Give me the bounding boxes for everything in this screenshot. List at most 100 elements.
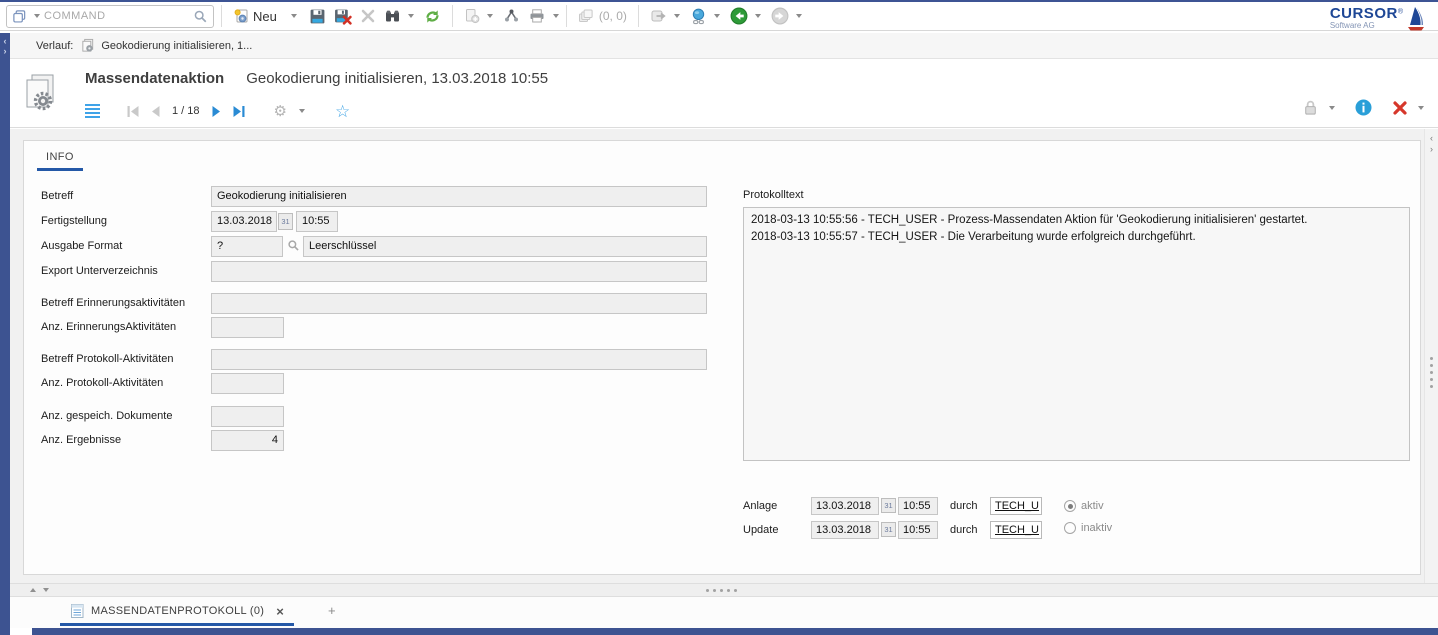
protokoll-line: 2018-03-13 10:55:57 - TECH_USER - Die Ve… bbox=[751, 229, 1402, 246]
back-caret-icon[interactable] bbox=[755, 14, 761, 18]
window-stack-icon[interactable] bbox=[12, 9, 27, 24]
chevron-right-icon[interactable]: › bbox=[0, 46, 10, 56]
menu-icon[interactable] bbox=[85, 102, 100, 120]
protokolltext-field[interactable]: 2018-03-13 10:55:56 - TECH_USER - Prozes… bbox=[743, 207, 1410, 461]
chevron-right-icon[interactable]: › bbox=[1425, 144, 1438, 155]
tab-info[interactable]: INFO bbox=[37, 148, 83, 171]
save-close-icon bbox=[334, 8, 352, 25]
radio-inaktiv-button[interactable] bbox=[1064, 522, 1076, 534]
chevron-left-icon[interactable]: ‹ bbox=[1425, 133, 1438, 144]
first-record-button[interactable] bbox=[126, 105, 140, 118]
anlage-date-field[interactable]: 13.03.2018 bbox=[811, 497, 879, 515]
radio-aktiv[interactable]: aktiv bbox=[1064, 500, 1104, 512]
add-document-caret-icon[interactable] bbox=[487, 14, 493, 18]
left-panel-collapsed-bar[interactable]: ‹ › bbox=[0, 33, 10, 635]
anz-protokoll-field[interactable] bbox=[211, 373, 284, 394]
chevron-left-icon[interactable]: ‹ bbox=[0, 36, 10, 46]
radio-aktiv-label: aktiv bbox=[1081, 500, 1104, 512]
anlage-time-field[interactable]: 10:55 bbox=[898, 497, 938, 515]
selection-counter: (0, 0) bbox=[574, 4, 631, 28]
new-button[interactable]: Neu bbox=[229, 4, 281, 28]
calendar-button[interactable]: 31 bbox=[881, 522, 896, 537]
dropdown-caret-icon[interactable] bbox=[34, 14, 40, 18]
ausgabe-format-key-field[interactable]: ? bbox=[211, 236, 283, 257]
add-document-button[interactable] bbox=[460, 4, 484, 28]
anlage-user-field[interactable]: TECH_U bbox=[990, 497, 1042, 515]
history-entry[interactable]: Geokodierung initialisieren, 1... bbox=[80, 38, 252, 53]
update-label: Update bbox=[743, 521, 778, 539]
anz-dokumente-field[interactable] bbox=[211, 406, 284, 427]
save-button[interactable] bbox=[305, 4, 330, 28]
calendar-button[interactable]: 31 bbox=[278, 213, 293, 230]
splitter-down-icon[interactable] bbox=[43, 588, 49, 592]
last-record-button[interactable] bbox=[232, 105, 246, 118]
lookup-search-icon[interactable] bbox=[287, 239, 300, 252]
tab-close-icon[interactable]: × bbox=[276, 604, 284, 619]
printer-icon bbox=[528, 8, 546, 24]
next-record-button[interactable] bbox=[211, 105, 223, 118]
refresh-button[interactable] bbox=[420, 4, 445, 28]
splitter-grip[interactable] bbox=[1430, 353, 1433, 392]
update-user-field[interactable]: TECH_U bbox=[990, 521, 1042, 539]
anz-erinnerung-field[interactable] bbox=[211, 317, 284, 338]
close-icon[interactable] bbox=[1392, 100, 1408, 116]
command-input[interactable] bbox=[44, 10, 189, 22]
gear-caret-icon[interactable] bbox=[299, 109, 305, 113]
export-unterverzeichnis-field[interactable] bbox=[211, 261, 707, 282]
update-time-field[interactable]: 10:55 bbox=[898, 521, 938, 539]
betreff-field[interactable]: Geokodierung initialisieren bbox=[211, 186, 707, 207]
radio-aktiv-button[interactable] bbox=[1064, 500, 1076, 512]
horizontal-splitter[interactable] bbox=[10, 583, 1438, 597]
save-close-button[interactable] bbox=[330, 4, 356, 28]
splitter-grip[interactable] bbox=[706, 589, 737, 592]
web-link-button[interactable] bbox=[686, 4, 711, 28]
forward-caret-icon[interactable] bbox=[796, 14, 802, 18]
save-icon bbox=[309, 8, 326, 25]
calendar-button[interactable]: 31 bbox=[881, 498, 896, 513]
forward-button[interactable] bbox=[767, 4, 793, 28]
export-caret-icon[interactable] bbox=[674, 14, 680, 18]
right-panel-splitter[interactable]: ‹ › bbox=[1424, 129, 1438, 583]
massendatenaktion-icon bbox=[23, 73, 59, 113]
update-date-field[interactable]: 13.03.2018 bbox=[811, 521, 879, 539]
radio-inaktiv[interactable]: inaktiv bbox=[1064, 522, 1112, 534]
betreff-protokoll-field[interactable] bbox=[211, 349, 707, 370]
bottom-tab-strip: MASSENDATENPROTOKOLL (0) × + bbox=[10, 597, 1438, 628]
gear-icon[interactable]: ⚙ bbox=[274, 104, 287, 119]
delete-button[interactable] bbox=[356, 4, 380, 28]
add-tab-icon[interactable]: + bbox=[328, 603, 336, 618]
betreff-erinnerung-label: Betreff Erinnerungsaktivitäten bbox=[41, 293, 185, 314]
command-box[interactable] bbox=[6, 5, 214, 28]
back-button[interactable] bbox=[726, 4, 752, 28]
splitter-up-icon[interactable] bbox=[30, 588, 36, 592]
search-records-button[interactable] bbox=[380, 4, 405, 28]
export-button[interactable] bbox=[646, 4, 671, 28]
info-icon[interactable] bbox=[1355, 99, 1372, 116]
anlage-label: Anlage bbox=[743, 497, 777, 515]
tab-massendatenprotokoll[interactable]: MASSENDATENPROTOKOLL (0) × bbox=[60, 599, 294, 626]
anz-erinnerung-label: Anz. ErinnerungsAktivitäten bbox=[41, 317, 176, 338]
anz-ergebnisse-field[interactable]: 4 bbox=[211, 430, 284, 451]
workflow-button[interactable] bbox=[499, 4, 524, 28]
search-dropdown-caret-icon[interactable] bbox=[408, 14, 414, 18]
new-dropdown-caret-icon[interactable] bbox=[291, 14, 297, 18]
print-button[interactable] bbox=[524, 4, 550, 28]
anz-dokumente-label: Anz. gespeich. Dokumente bbox=[41, 406, 172, 427]
search-icon[interactable] bbox=[193, 9, 208, 24]
history-entry-label: Geokodierung initialisieren, 1... bbox=[101, 40, 252, 52]
fertigstellung-time-field[interactable]: 10:55 bbox=[296, 211, 338, 232]
ausgabe-format-value-field[interactable]: Leerschlüssel bbox=[303, 236, 707, 257]
new-button-label: Neu bbox=[253, 9, 277, 24]
print-caret-icon[interactable] bbox=[553, 14, 559, 18]
close-caret-icon[interactable] bbox=[1418, 106, 1424, 110]
lock-caret-icon[interactable] bbox=[1329, 106, 1335, 110]
lock-icon[interactable] bbox=[1302, 99, 1319, 116]
previous-record-button[interactable] bbox=[149, 105, 161, 118]
favorite-star-icon[interactable]: ☆ bbox=[335, 103, 350, 120]
web-link-caret-icon[interactable] bbox=[714, 14, 720, 18]
record-header: Massendatenaktion Geokodierung initialis… bbox=[10, 59, 1438, 128]
anz-ergebnisse-label: Anz. Ergebnisse bbox=[41, 430, 121, 451]
sailboat-icon bbox=[1406, 6, 1426, 32]
fertigstellung-date-field[interactable]: 13.03.2018 bbox=[211, 211, 277, 232]
betreff-erinnerung-field[interactable] bbox=[211, 293, 707, 314]
